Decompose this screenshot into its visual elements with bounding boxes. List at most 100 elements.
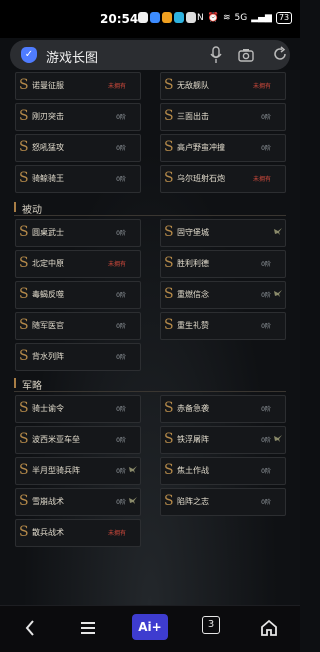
- skill-name: 毒蝎反噬: [32, 290, 64, 299]
- tabs-count-button[interactable]: 3: [202, 616, 220, 634]
- skill-card[interactable]: S 重燃信念 0阶: [160, 281, 286, 309]
- skill-status: 0阶: [116, 114, 126, 121]
- skill-card[interactable]: S 三面出击 0阶: [160, 103, 286, 131]
- skill-rank-icon: S: [19, 170, 29, 186]
- skill-rank-icon: S: [19, 108, 29, 124]
- skill-card[interactable]: S 雪崩战术 0阶: [15, 488, 141, 516]
- skill-card[interactable]: S 刚刃突击 0阶: [15, 103, 141, 131]
- skill-status: 0阶: [261, 406, 271, 413]
- skill-name: 北定中原: [32, 259, 64, 268]
- skill-card[interactable]: S 毒蝎反噬 0阶: [15, 281, 141, 309]
- skill-card[interactable]: S 无敌舰队 未拥有: [160, 72, 286, 100]
- skill-card[interactable]: S 骑鲸骑王 0阶: [15, 165, 141, 193]
- status-indicators: N ⏰ ≋ 5G ▂▄▆ 73: [197, 12, 293, 24]
- home-button[interactable]: [257, 616, 281, 640]
- skill-rank-icon: S: [164, 108, 174, 124]
- skill-rank-icon: S: [19, 348, 29, 364]
- skill-status: 0阶: [261, 323, 271, 330]
- skill-card[interactable]: S 陷阵之志 0阶: [160, 488, 286, 516]
- app-icon: [186, 12, 196, 23]
- section-marker: [14, 202, 16, 212]
- skill-name: 圆桌武士: [32, 228, 64, 237]
- section-marker: [14, 378, 16, 388]
- skill-rank-icon: S: [164, 462, 174, 478]
- skill-rank-icon: S: [164, 224, 174, 240]
- skill-status: 0阶: [116, 230, 126, 237]
- app-icon: [138, 12, 148, 23]
- skill-name: 半月型骑兵阵: [32, 466, 80, 475]
- skill-rank-icon: S: [19, 255, 29, 271]
- browser-address-bar[interactable]: ✓ 游戏长图: [10, 40, 290, 70]
- skill-rank-icon: S: [19, 224, 29, 240]
- skill-name: 随军医官: [32, 321, 64, 330]
- skill-card[interactable]: S 骑士谕令 0阶: [15, 395, 141, 423]
- skill-rank-icon: S: [19, 524, 29, 540]
- skill-name: 刚刃突击: [32, 112, 64, 121]
- skill-card[interactable]: S 随军医官 0阶: [15, 312, 141, 340]
- skill-status: 0阶: [261, 261, 271, 268]
- skill-card[interactable]: S 半月型骑兵阵 0阶: [15, 457, 141, 485]
- skill-rank-icon: S: [19, 493, 29, 509]
- skill-card[interactable]: S 胜利利德 0阶: [160, 250, 286, 278]
- skill-status: 0阶: [261, 468, 271, 475]
- skill-card[interactable]: S 高卢野蛮冲撞 0阶: [160, 134, 286, 162]
- skill-rank-icon: S: [164, 493, 174, 509]
- skill-card[interactable]: S 散兵战术 未拥有: [15, 519, 141, 547]
- skill-name: 胜利利德: [177, 259, 209, 268]
- skill-name: 重生礼赞: [177, 321, 209, 330]
- game-content[interactable]: 被动 军略 S 诺曼征服 未拥有 S 无敌舰队 未拥有 S 刚刃突击 0阶 S 三面出击 0阶 S 怒吼猛…: [0, 70, 300, 605]
- skill-card[interactable]: S 北定中原 未拥有: [15, 250, 141, 278]
- skill-status: 0阶: [261, 145, 271, 152]
- skill-status: 0阶: [261, 437, 271, 444]
- back-button[interactable]: [18, 616, 42, 640]
- status-bar: 20:54 N ⏰ ≋ 5G ▂▄▆ 73: [0, 0, 300, 38]
- skill-status: 未拥有: [252, 83, 271, 90]
- browser-bottom-nav: Ai+ 3: [0, 605, 300, 652]
- microphone-icon[interactable]: [210, 46, 222, 64]
- status-time: 20:54: [100, 12, 139, 26]
- skill-card[interactable]: S 固守堡城: [160, 219, 286, 247]
- skill-rank-icon: S: [19, 317, 29, 333]
- skill-name: 陷阵之志: [177, 497, 209, 506]
- skill-card[interactable]: S 铁浮屠阵 0阶: [160, 426, 286, 454]
- skill-card[interactable]: S 圆桌武士 0阶: [15, 219, 141, 247]
- skill-name: 高卢野蛮冲撞: [177, 143, 225, 152]
- skill-rank-icon: S: [164, 431, 174, 447]
- skill-card[interactable]: S 乌尔班射石炮 未拥有: [160, 165, 286, 193]
- skill-name: 诺曼征服: [32, 81, 64, 90]
- skill-status: 0阶: [116, 176, 126, 183]
- menu-button[interactable]: [76, 616, 100, 640]
- ai-assistant-button[interactable]: Ai+: [132, 614, 168, 640]
- skill-card[interactable]: S 背水列阵 0阶: [15, 343, 141, 371]
- app-icon: [150, 12, 160, 23]
- section-title-tactic: 军略: [22, 381, 42, 392]
- skill-rank-icon: S: [164, 170, 174, 186]
- battery-icon: 73: [275, 12, 293, 24]
- skill-status: 0阶: [261, 114, 271, 121]
- skill-rank-icon: S: [19, 400, 29, 416]
- skill-card[interactable]: S 焦土作战 0阶: [160, 457, 286, 485]
- skill-rank-icon: S: [19, 139, 29, 155]
- skill-card[interactable]: S 诺曼征服 未拥有: [15, 72, 141, 100]
- shield-check-icon: ✓: [21, 47, 37, 63]
- refresh-icon[interactable]: [272, 46, 288, 62]
- skill-status: 0阶: [261, 499, 271, 506]
- page-title: 游戏长图: [46, 51, 99, 66]
- skill-name: 骑鲸骑王: [32, 174, 64, 183]
- skill-name: 散兵战术: [32, 528, 64, 537]
- skill-status: 0阶: [116, 292, 126, 299]
- skill-status: 未拥有: [107, 530, 126, 537]
- skill-status: 0阶: [116, 468, 126, 475]
- skill-rank-icon: S: [19, 286, 29, 302]
- skill-rank-icon: S: [164, 286, 174, 302]
- skill-card[interactable]: S 波西米亚车垒 0阶: [15, 426, 141, 454]
- skill-card[interactable]: S 赤备急袭 0阶: [160, 395, 286, 423]
- signal-icon: 5G: [234, 13, 248, 23]
- skill-status: 0阶: [261, 292, 271, 299]
- skill-status: 未拥有: [252, 176, 271, 183]
- skill-rank-icon: S: [164, 139, 174, 155]
- skill-rank-icon: S: [164, 77, 174, 93]
- skill-card[interactable]: S 怒吼猛攻 0阶: [15, 134, 141, 162]
- skill-card[interactable]: S 重生礼赞 0阶: [160, 312, 286, 340]
- camera-icon[interactable]: [238, 48, 254, 62]
